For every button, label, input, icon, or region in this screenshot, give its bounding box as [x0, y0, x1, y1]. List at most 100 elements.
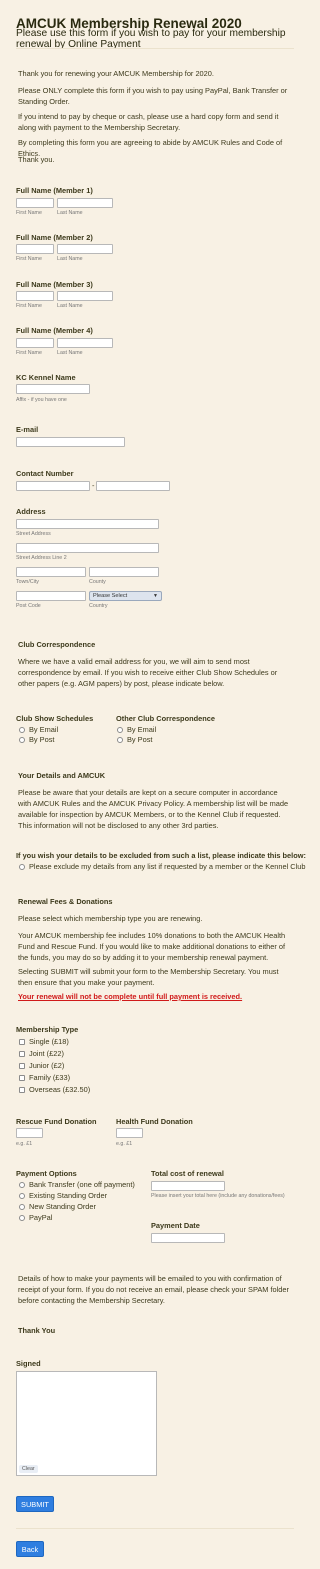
first-name-hint: First Name — [16, 210, 42, 216]
other-post-label: By Post — [127, 735, 153, 744]
membership-joint-label: Joint (£22) — [29, 1049, 64, 1058]
last-name-hint: Last Name — [57, 350, 83, 356]
street-address-2-hint: Street Address Line 2 — [16, 555, 67, 561]
member-4-last-name-input[interactable] — [57, 338, 113, 348]
membership-type-label: Membership Type — [16, 1025, 79, 1034]
street-address-hint: Street Address — [16, 531, 51, 537]
signed-label: Signed — [16, 1359, 41, 1368]
country-select-value: Please Select — [93, 593, 128, 599]
submit-button[interactable]: SUBMIT — [16, 1496, 54, 1512]
payment-bank-transfer-radio[interactable] — [19, 1182, 25, 1188]
intro-line-3: If you intend to pay by cheque or cash, … — [18, 112, 279, 132]
correspondence-text: Where we have a valid email address for … — [18, 657, 278, 688]
payment-bank-transfer-label: Bank Transfer (one off payment) — [29, 1180, 135, 1189]
county-hint: County — [89, 579, 106, 585]
rescue-fund-hint: e.g. £1 — [16, 1141, 33, 1147]
fees-heading: Renewal Fees & Donations — [18, 897, 113, 906]
member-3-last-name-input[interactable] — [57, 291, 113, 301]
member-2-last-name-input[interactable] — [57, 244, 113, 254]
payment-paypal-radio[interactable] — [19, 1215, 25, 1221]
first-name-hint: First Name — [16, 256, 42, 262]
county-input[interactable] — [89, 567, 159, 577]
membership-junior-label: Junior (£2) — [29, 1061, 65, 1070]
health-fund-input[interactable] — [116, 1128, 143, 1138]
payment-date-label: Payment Date — [151, 1221, 200, 1230]
back-button[interactable]: Back — [16, 1541, 44, 1557]
signature-pad[interactable]: Clear — [16, 1371, 157, 1476]
membership-joint-checkbox[interactable] — [19, 1051, 25, 1057]
last-name-hint: Last Name — [57, 256, 83, 262]
fees-submit-text: Selecting SUBMIT will submit your form t… — [18, 967, 279, 987]
health-fund-hint: e.g. £1 — [116, 1141, 133, 1147]
schedules-email-label: By Email — [29, 725, 59, 734]
rescue-fund-label: Rescue Fund Donation — [16, 1117, 97, 1126]
town-city-input[interactable] — [16, 567, 86, 577]
membership-junior-checkbox[interactable] — [19, 1063, 25, 1069]
membership-family-checkbox[interactable] — [19, 1075, 25, 1081]
fees-intro: Please select which membership type you … — [18, 914, 203, 923]
total-cost-label: Total cost of renewal — [151, 1169, 224, 1178]
intro-line-1: Thank you for renewing your AMCUK Member… — [18, 69, 214, 78]
health-fund-label: Health Fund Donation — [116, 1117, 193, 1126]
exclude-label: If you wish your details to be excluded … — [16, 851, 306, 860]
payment-new-so-radio[interactable] — [19, 1204, 25, 1210]
last-name-hint: Last Name — [57, 303, 83, 309]
other-email-radio[interactable] — [117, 727, 123, 733]
contact-phone-input[interactable] — [96, 481, 170, 491]
membership-overseas-label: Overseas (£32.50) — [29, 1085, 91, 1094]
membership-single-label: Single (£18) — [29, 1037, 69, 1046]
street-address-input[interactable] — [16, 519, 159, 529]
fees-donations-text: Your AMCUK membership fee includes 10% d… — [18, 931, 286, 962]
thank-you-heading: Thank You — [18, 1326, 56, 1335]
contact-number-label: Contact Number — [16, 469, 74, 478]
payment-warning: Your renewal will not be complete until … — [18, 992, 243, 1001]
member-1-last-name-input[interactable] — [57, 198, 113, 208]
contact-separator: - — [92, 481, 95, 490]
rescue-fund-input[interactable] — [16, 1128, 43, 1138]
member-4-label: Full Name (Member 4) — [16, 326, 93, 335]
member-3-first-name-input[interactable] — [16, 291, 54, 301]
schedules-email-radio[interactable] — [19, 727, 25, 733]
street-address-2-input[interactable] — [16, 543, 159, 553]
email-label: E-mail — [16, 425, 39, 434]
member-2-first-name-input[interactable] — [16, 244, 54, 254]
payment-date-input[interactable] — [151, 1233, 225, 1243]
clear-signature-button[interactable]: Clear — [19, 1465, 38, 1473]
exclude-option-label: Please exclude my details from any list … — [29, 862, 306, 871]
email-field[interactable] — [16, 437, 125, 447]
member-1-label: Full Name (Member 1) — [16, 186, 93, 195]
schedules-post-label: By Post — [29, 735, 55, 744]
kennel-name-hint: Affix - if you have one — [16, 397, 67, 403]
payment-existing-so-label: Existing Standing Order — [29, 1191, 108, 1200]
country-hint: Country — [89, 603, 108, 609]
other-post-radio[interactable] — [117, 737, 123, 743]
member-4-first-name-input[interactable] — [16, 338, 54, 348]
contact-area-code-input[interactable] — [16, 481, 90, 491]
intro-line-5: Thank you. — [18, 155, 55, 164]
last-name-hint: Last Name — [57, 210, 83, 216]
member-3-label: Full Name (Member 3) — [16, 280, 93, 289]
payment-existing-so-radio[interactable] — [19, 1193, 25, 1199]
country-select[interactable]: Please Select ▼ — [89, 591, 162, 601]
exclude-radio[interactable] — [19, 864, 25, 870]
page-subtitle: Please use this form if you wish to pay … — [16, 28, 286, 50]
details-heading: Your Details and AMCUK — [18, 771, 106, 780]
other-email-label: By Email — [127, 725, 157, 734]
intro-line-2: Please ONLY complete this form if you wi… — [18, 86, 288, 106]
payment-paypal-label: PayPal — [29, 1213, 53, 1222]
schedules-post-radio[interactable] — [19, 737, 25, 743]
membership-family-label: Family (£33) — [29, 1073, 71, 1082]
total-cost-input[interactable] — [151, 1181, 225, 1191]
divider — [16, 1528, 294, 1529]
member-1-first-name-input[interactable] — [16, 198, 54, 208]
membership-single-checkbox[interactable] — [19, 1039, 25, 1045]
town-city-hint: Town/City — [16, 579, 39, 585]
kennel-name-label: KC Kennel Name — [16, 373, 76, 382]
payment-options-label: Payment Options — [16, 1169, 77, 1178]
kennel-name-input[interactable] — [16, 384, 90, 394]
membership-overseas-checkbox[interactable] — [19, 1087, 25, 1093]
post-code-hint: Post Code — [16, 603, 41, 609]
total-cost-hint: Please insert your total here (include a… — [151, 1193, 285, 1199]
correspondence-heading: Club Correspondence — [18, 640, 96, 649]
post-code-input[interactable] — [16, 591, 86, 601]
